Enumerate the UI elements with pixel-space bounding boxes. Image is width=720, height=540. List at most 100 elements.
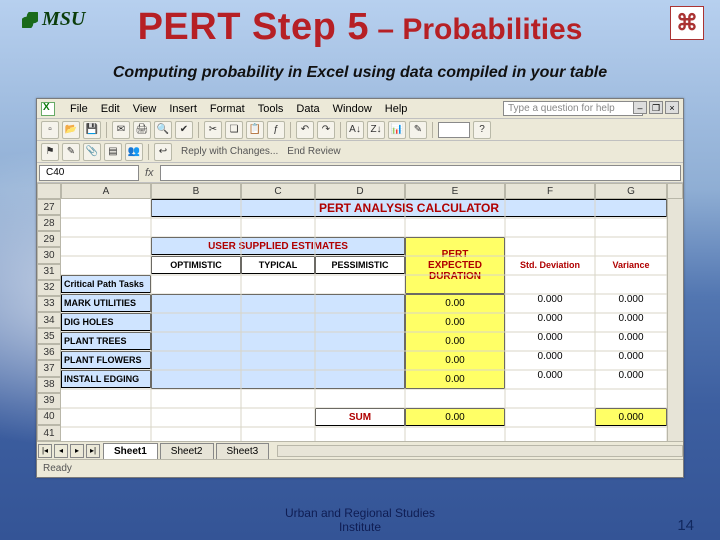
row-38[interactable]: 38 [37, 377, 61, 393]
restore-icon[interactable]: ❐ [649, 101, 663, 114]
tab-sheet1[interactable]: Sheet1 [103, 443, 158, 459]
menu-window[interactable]: Window [333, 103, 372, 115]
row-33[interactable]: 33 [37, 296, 61, 312]
row-39[interactable]: 39 [37, 393, 61, 409]
menu-view[interactable]: View [133, 103, 157, 115]
zoom-input[interactable] [438, 122, 470, 138]
minimize-icon[interactable]: – [633, 101, 647, 114]
var-32: 0.000 [595, 294, 667, 313]
drawing-icon[interactable]: ✎ [409, 121, 427, 139]
standard-toolbar: ▫ 📂 💾 ✉ 🖨 🔍 ✔ ✂ ❏ 📋 ƒ ↶ ↷ A↓ Z↓ 📊 ✎ ? [37, 119, 683, 141]
menu-tools[interactable]: Tools [258, 103, 284, 115]
footer-line2: Institute [285, 520, 435, 534]
sheet-icon[interactable]: ▤ [104, 143, 122, 161]
row-31[interactable]: 31 [37, 264, 61, 280]
preview-icon[interactable]: 🔍 [154, 121, 172, 139]
formula-bar-row: C40 fx [37, 163, 683, 183]
cells-area[interactable]: PERT ANALYSIS CALCULATOR USER SUPPLIED E… [61, 199, 667, 441]
select-all-corner[interactable] [37, 183, 61, 199]
status-bar: Ready [37, 459, 683, 477]
critical-path-tasks-label: Critical Path Tasks [61, 275, 151, 293]
flag-icon[interactable]: ⚑ [41, 143, 59, 161]
reply-icon[interactable]: ↩ [154, 143, 172, 161]
pert-calc-title: PERT ANALYSIS CALCULATOR [151, 199, 667, 217]
menu-insert[interactable]: Insert [169, 103, 197, 115]
col-header-b[interactable]: B [151, 183, 241, 199]
users-icon[interactable]: 👥 [125, 143, 143, 161]
sum-label: SUM [315, 408, 405, 426]
col-header-a[interactable]: A [61, 183, 151, 199]
formula-bar[interactable] [160, 165, 681, 181]
col-header-g[interactable]: G [595, 183, 667, 199]
task-plant-flowers: PLANT FLOWERS [61, 351, 151, 369]
menu-format[interactable]: Format [210, 103, 245, 115]
attach-icon[interactable]: 📎 [83, 143, 101, 161]
horizontal-scrollbar[interactable] [277, 445, 683, 457]
tab-nav-prev-icon[interactable]: ◂ [54, 444, 68, 458]
row-41[interactable]: 41 [37, 425, 61, 441]
estimates-input-area[interactable] [151, 294, 405, 389]
row-32[interactable]: 32 [37, 280, 61, 296]
cut-icon[interactable]: ✂ [204, 121, 222, 139]
chart-icon[interactable]: 📊 [388, 121, 406, 139]
close-icon[interactable]: × [665, 101, 679, 114]
sd-36: 0.000 [505, 370, 595, 389]
task-dig-holes: DIG HOLES [61, 313, 151, 331]
row-34[interactable]: 34 [37, 312, 61, 328]
col-header-e[interactable]: E [405, 183, 505, 199]
redo-icon[interactable]: ↷ [317, 121, 335, 139]
slide-title: PERT Step 5 – Probabilities [0, 6, 720, 49]
tab-sheet2[interactable]: Sheet2 [160, 443, 214, 459]
menu-edit[interactable]: Edit [101, 103, 120, 115]
copy-icon[interactable]: ❏ [225, 121, 243, 139]
menu-help[interactable]: Help [385, 103, 408, 115]
row-35[interactable]: 35 [37, 328, 61, 344]
col-header-c[interactable]: C [241, 183, 315, 199]
undo-icon[interactable]: ↶ [296, 121, 314, 139]
footer-line1: Urban and Regional Studies [285, 506, 435, 520]
menu-data[interactable]: Data [296, 103, 319, 115]
page-number: 14 [677, 517, 694, 534]
reply-changes-label[interactable]: Reply with Changes... [181, 146, 278, 157]
tab-nav-first-icon[interactable]: |◂ [38, 444, 52, 458]
menu-file[interactable]: File [70, 103, 88, 115]
save-icon[interactable]: 💾 [83, 121, 101, 139]
name-box[interactable]: C40 [39, 165, 139, 181]
print-icon[interactable]: 🖨 [133, 121, 151, 139]
col-header-d[interactable]: D [315, 183, 405, 199]
paste-icon[interactable]: 📋 [246, 121, 264, 139]
sheet-tab-strip: |◂ ◂ ▸ ▸| Sheet1 Sheet2 Sheet3 [37, 441, 683, 459]
col-header-f[interactable]: F [505, 183, 595, 199]
row-30[interactable]: 30 [37, 247, 61, 263]
vertical-scrollbar[interactable] [667, 199, 683, 441]
excel-app-icon [41, 102, 55, 116]
row-40[interactable]: 40 [37, 409, 61, 425]
header-typical: TYPICAL [241, 256, 315, 274]
sum-duration: 0.00 [405, 408, 505, 426]
new-icon[interactable]: ▫ [41, 121, 59, 139]
slide-footer: Urban and Regional Studies Institute 14 [0, 506, 720, 534]
format-painter-icon[interactable]: ƒ [267, 121, 285, 139]
row-37[interactable]: 37 [37, 360, 61, 376]
fx-icon[interactable]: fx [145, 167, 154, 179]
tab-nav-next-icon[interactable]: ▸ [70, 444, 84, 458]
open-icon[interactable]: 📂 [62, 121, 80, 139]
row-27[interactable]: 27 [37, 199, 61, 215]
end-review-label[interactable]: End Review [287, 146, 340, 157]
task-plant-trees: PLANT TREES [61, 332, 151, 350]
help-search-input[interactable]: Type a question for help [503, 101, 643, 116]
row-29[interactable]: 29 [37, 231, 61, 247]
tab-sheet3[interactable]: Sheet3 [216, 443, 270, 459]
sort-desc-icon[interactable]: Z↓ [367, 121, 385, 139]
sort-asc-icon[interactable]: A↓ [346, 121, 364, 139]
mail-icon[interactable]: ✉ [112, 121, 130, 139]
comment-icon[interactable]: ✎ [62, 143, 80, 161]
row-28[interactable]: 28 [37, 215, 61, 231]
spell-icon[interactable]: ✔ [175, 121, 193, 139]
row-36[interactable]: 36 [37, 344, 61, 360]
title-main: PERT Step 5 [138, 6, 369, 48]
header-optimistic: OPTIMISTIC [151, 256, 241, 274]
pert-expected-duration-label: PERT EXPECTED DURATION [405, 237, 505, 294]
help-icon[interactable]: ? [473, 121, 491, 139]
tab-nav-last-icon[interactable]: ▸| [86, 444, 100, 458]
